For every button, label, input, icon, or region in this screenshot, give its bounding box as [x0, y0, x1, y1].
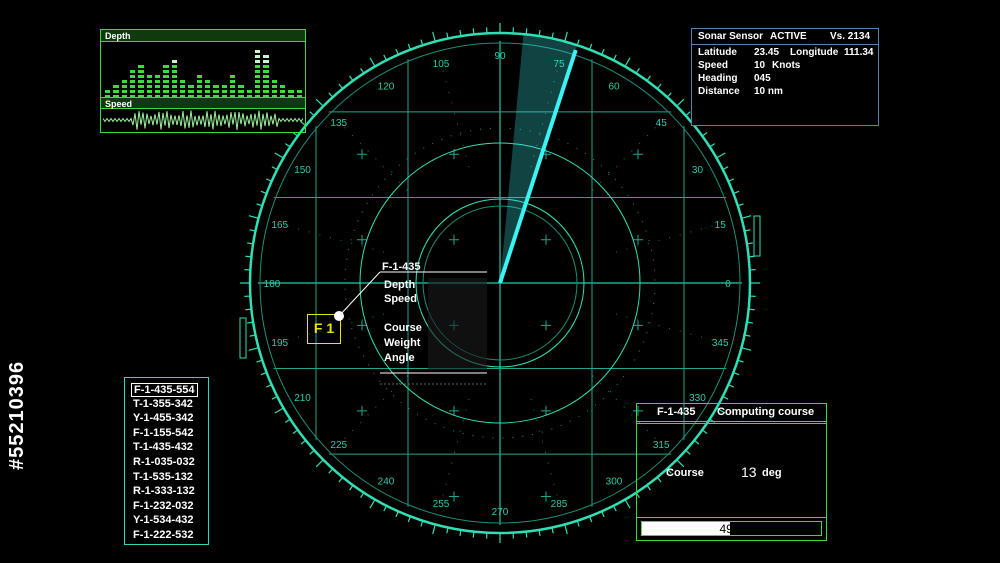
stock-id-text: #55210396 [6, 360, 28, 470]
track-item[interactable]: T-1-355-342 [133, 398, 193, 410]
progress-bar: 49% [641, 521, 822, 536]
target-depth-label: Depth [384, 279, 416, 291]
progress-text: 49% [719, 522, 744, 536]
track-list: F-1-435-554 T-1-355-342 Y-1-455-342 F-1-155… [124, 377, 209, 545]
track-item[interactable]: F-1-232-032 [133, 500, 194, 512]
track-item[interactable]: F-1-155-542 [133, 427, 194, 439]
computing-track-id: F-1-435 [657, 406, 696, 418]
track-item[interactable]: R-1-333-132 [133, 485, 195, 497]
computing-course-panel: F-1-435 Computing course Course 13 deg 4… [636, 403, 827, 541]
target-angle-label: Angle [384, 352, 415, 364]
course-value: 13 [741, 464, 757, 480]
track-item[interactable]: T-1-535-132 [133, 471, 193, 483]
track-item[interactable]: R-1-035-032 [133, 456, 195, 468]
target-weight-label: Weight [384, 337, 421, 349]
track-item[interactable]: Y-1-455-342 [133, 412, 194, 424]
target-id: F-1-435 [382, 261, 421, 273]
computing-status: Computing course [717, 406, 815, 418]
target-course-label: Course [384, 322, 422, 334]
track-item[interactable]: Y-1-534-432 [133, 514, 194, 526]
track-item[interactable]: T-1-435-432 [133, 441, 193, 453]
track-item-selected[interactable]: F-1-435-554 [131, 383, 198, 397]
course-unit: deg [762, 467, 782, 479]
target-speed-label: Speed [384, 293, 418, 305]
course-label: Course [666, 467, 704, 479]
track-item[interactable]: F-1-222-532 [133, 529, 194, 541]
